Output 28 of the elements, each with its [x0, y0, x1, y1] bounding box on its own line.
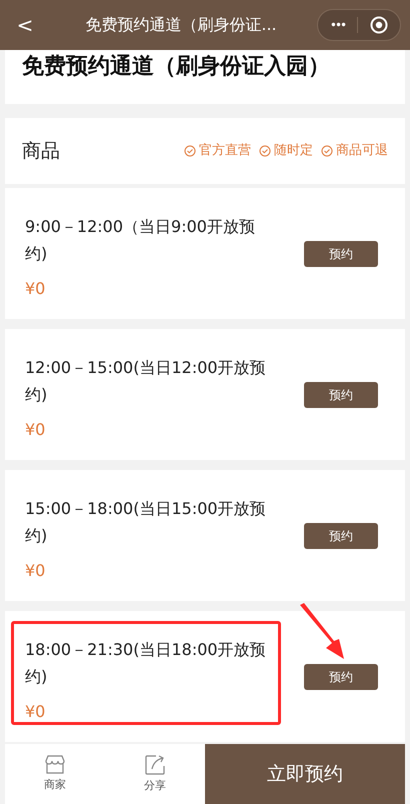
book-button[interactable]: 预约: [304, 522, 378, 548]
book-button[interactable]: 预约: [304, 240, 378, 266]
shop-icon[interactable]: [44, 754, 66, 775]
check-circle-icon: [259, 145, 271, 157]
price: ¥0: [25, 700, 46, 722]
feature-tag: 商品可退: [336, 141, 388, 161]
shop-label[interactable]: 商家: [44, 776, 66, 794]
back-button[interactable]: <: [5, 10, 45, 40]
time-slot-name: 9:00－12:00（当日9:00开放预约): [25, 216, 256, 264]
check-circle-icon: [184, 145, 196, 157]
price: ¥0: [25, 560, 46, 582]
price: ¥0: [25, 278, 46, 300]
window-title: 免费预约通道（刷身份证...: [84, 14, 278, 36]
book-now-button[interactable]: 立即预约: [205, 744, 405, 804]
page-title: 免费预约通道（刷身份证入园）: [22, 53, 330, 81]
check-circle-icon: [321, 145, 333, 157]
book-button[interactable]: 预约: [304, 664, 378, 690]
book-button[interactable]: 预约: [304, 382, 378, 408]
time-slot-name: 15:00－18:00(当日15:00开放预约): [25, 498, 267, 546]
time-slot-name: 18:00－21:30(当日18:00开放预约): [25, 638, 267, 688]
section-title: 商品: [22, 138, 60, 164]
feature-tag: 随时定: [274, 141, 313, 161]
time-slot-name: 12:00－15:00(当日12:00开放预约): [25, 356, 267, 406]
more-button[interactable]: •••: [318, 16, 357, 34]
share-label[interactable]: 分享: [144, 778, 166, 794]
price: ¥0: [25, 418, 46, 440]
feature-tag: 官方直营: [199, 141, 251, 161]
share-icon[interactable]: [144, 754, 166, 776]
